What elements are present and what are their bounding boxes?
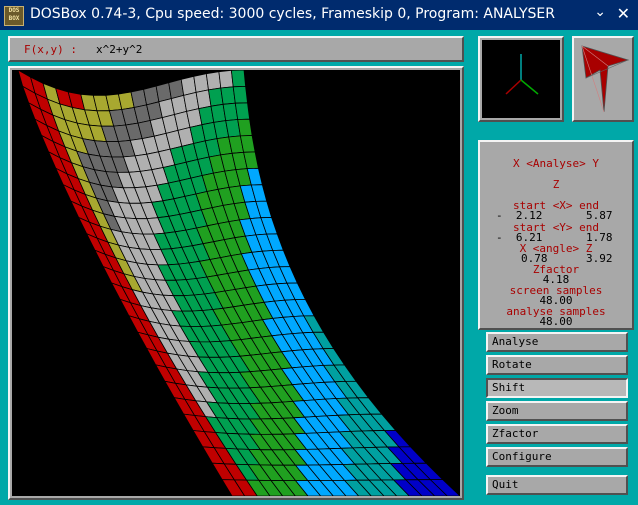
axis-x-line — [505, 79, 522, 95]
icon-text-top: DOS — [8, 7, 20, 14]
z-axis-label: Z — [552, 178, 560, 191]
close-icon[interactable]: ✕ — [617, 4, 630, 23]
angle-z-value: 3.92 — [586, 252, 613, 265]
surface-mesh-cell — [205, 71, 222, 91]
configure-button[interactable]: Configure — [486, 447, 628, 467]
analysis-info-panel: X <Analyse> Y Z start <X> end - 2.12 5.8… — [478, 140, 634, 330]
orientation-arrow-icon — [581, 45, 630, 113]
x-start-value: - 2.12 — [496, 209, 543, 222]
function-label: F(x,y) : — [24, 43, 77, 56]
axis-gizmo — [482, 40, 560, 118]
zfactor-button[interactable]: Zfactor — [486, 424, 628, 444]
window-title: DOSBox 0.74-3, Cpu speed: 3000 cycles, F… — [30, 6, 555, 22]
axes-header: X <Analyse> Y — [512, 157, 600, 170]
function-expression[interactable]: x^2+y^2 — [96, 43, 142, 56]
quit-button[interactable]: Quit — [486, 475, 628, 495]
dosbox-app-icon: DOS BOX — [4, 6, 24, 26]
axis-y-line — [520, 79, 539, 95]
function-bar[interactable]: F(x,y) : x^2+y^2 — [8, 36, 464, 62]
analyse-samples-value: 48.00 — [539, 315, 573, 328]
surface-mesh-cell — [232, 85, 248, 104]
axis-view-frame — [478, 36, 564, 122]
icon-text-bottom: BOX — [8, 15, 20, 22]
analyse-button[interactable]: Analyse — [486, 332, 628, 352]
chevron-down-icon[interactable]: ⌄ — [594, 4, 606, 20]
x-end-value: 5.87 — [586, 209, 613, 222]
surface-plot-canvas[interactable] — [12, 70, 460, 496]
analysis-info-content: X <Analyse> Y Z start <X> end - 2.12 5.8… — [486, 148, 626, 327]
zoom-button[interactable]: Zoom — [486, 401, 628, 421]
surface-mesh-cell — [230, 70, 247, 88]
surface-mesh-cell — [218, 70, 234, 89]
rotate-button[interactable]: Rotate — [486, 355, 628, 375]
surface-mesh-cell — [237, 118, 253, 137]
shift-button[interactable]: Shift — [486, 378, 628, 398]
surface-mesh-cell — [220, 86, 236, 105]
window-titlebar: DOS BOX DOSBox 0.74-3, Cpu speed: 3000 c… — [0, 0, 638, 30]
axis-gizmo-icon — [505, 54, 539, 95]
surface-plot — [17, 70, 460, 496]
plot-frame — [8, 66, 464, 500]
orientation-preview — [572, 36, 634, 122]
surface-mesh-cell — [234, 102, 251, 120]
